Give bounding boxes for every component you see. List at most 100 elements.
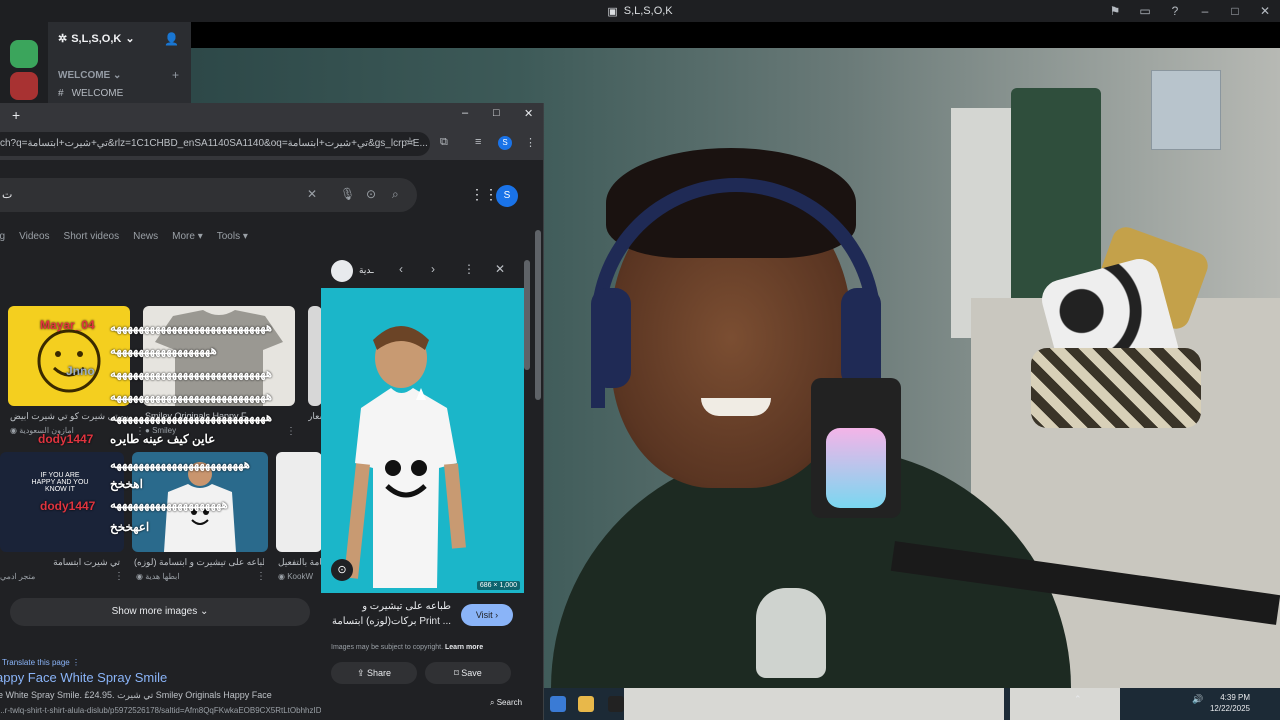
microphone-light: [826, 428, 886, 508]
volume-icon[interactable]: 🔊: [1192, 694, 1203, 705]
chat-overlay-line: عاين كيف عينه طايره: [110, 432, 216, 446]
visit-button[interactable]: Visit ›: [461, 604, 513, 626]
page-scrollbar[interactable]: [534, 220, 542, 720]
mic-icon[interactable]: 🎙: [340, 187, 355, 201]
result-caption[interactable]: سعار: [308, 411, 322, 422]
gear-icon: ✲: [58, 33, 68, 45]
scrollbar-thumb[interactable]: [535, 230, 541, 400]
save-button[interactable]: ⌑ Save: [425, 662, 511, 684]
guild-list: [0, 22, 48, 112]
filter-item[interactable]: Tools ▾: [217, 231, 248, 242]
chat-overlay-line: ههههههههههههههههههههههههه: [110, 457, 250, 471]
monitor-icon[interactable]: ▭: [1130, 4, 1160, 18]
search-icon[interactable]: ⌕: [392, 187, 399, 202]
chat-overlay-line: ههههههههههههههههههههههههههههه: [110, 389, 273, 403]
window-title: ▣ S,L,S,O,K: [607, 5, 673, 18]
image-result[interactable]: [308, 306, 322, 406]
show-more-images-button[interactable]: Show more images ⌄: [10, 598, 310, 626]
browser-window: + – □ ✕ ch?q=تي+شيرت+ابتسامة&rlz=1C1CHBD…: [0, 103, 544, 720]
result-title-link[interactable]: appy Face White Spray Smile: [0, 670, 167, 685]
result-source: ◉ ابطها هدية: [136, 572, 180, 581]
more-options-icon[interactable]: ⋮: [256, 571, 266, 582]
epic-games-icon[interactable]: [608, 696, 624, 712]
flag-icon[interactable]: ⚑: [1100, 4, 1130, 18]
chat-overlay-user: dody1447: [38, 432, 94, 446]
help-icon[interactable]: ?: [1160, 4, 1190, 18]
result-caption[interactable]: تي شيرت ابتسامة: [0, 557, 120, 568]
category-welcome[interactable]: WELCOME ⌄: [58, 70, 121, 81]
more-options-icon[interactable]: ⋮: [286, 426, 296, 437]
server-name[interactable]: ✲ S,L,S,O,K ⌄: [58, 32, 135, 46]
guild-icon[interactable]: [10, 40, 38, 68]
chat-overlay-line: ههههههههههههههههههههههههههههه: [110, 320, 273, 334]
close-button[interactable]: ✕: [1250, 4, 1280, 18]
search-results-page: ت ✕ 🎙 ⊙ ⌕ ⋮⋮ S ng Videos Short videos Ne…: [0, 160, 543, 720]
translate-link[interactable]: Translate this page ⋮: [2, 658, 80, 667]
taskbar-search[interactable]: ⌕ Search: [490, 698, 522, 708]
search-filters: ng Videos Short videos News More ▾ Tools…: [0, 231, 248, 242]
guild-icon[interactable]: [10, 72, 38, 100]
panel-scrollbar[interactable]: [523, 252, 531, 720]
scrollbar-thumb[interactable]: [524, 260, 530, 370]
stream-header: [191, 22, 1280, 48]
file-explorer-icon[interactable]: [578, 696, 594, 712]
add-channel-icon[interactable]: +: [172, 68, 179, 82]
result-source: ◉ KookW: [278, 572, 313, 581]
minimize-button[interactable]: –: [1190, 4, 1220, 18]
window-icon: ▣: [607, 5, 618, 18]
thumb-text: IF YOU ARE HAPPY AND YOU KNOW IT: [31, 472, 89, 493]
profile-avatar[interactable]: S: [498, 136, 512, 150]
browser-toolbar: ch?q=تي+شيرت+ابتسامة&rlz=1C1CHBD_enSA114…: [0, 128, 543, 160]
minimize-button[interactable]: –: [462, 107, 468, 119]
lens-search-icon[interactable]: ⊙: [331, 559, 353, 581]
close-button[interactable]: ✕: [524, 107, 533, 120]
copyright-notice: Images may be subject to copyright. Lear…: [331, 644, 484, 651]
address-bar[interactable]: ch?q=تي+شيرت+ابتسامة&rlz=1C1CHBD_enSA114…: [0, 132, 430, 156]
maximize-button[interactable]: □: [493, 107, 500, 119]
account-avatar[interactable]: S: [496, 185, 518, 207]
share-button[interactable]: ⇪ Share: [331, 662, 417, 684]
filter-item[interactable]: Videos: [19, 231, 49, 242]
image-result[interactable]: [276, 452, 322, 552]
apps-grid-icon[interactable]: ⋮⋮: [470, 186, 498, 203]
stream-thumbnail: [624, 688, 1004, 720]
media-icon[interactable]: ≡: [475, 136, 481, 148]
result-caption[interactable]: ـسامة بالتفعيل: [278, 557, 322, 568]
channel-welcome[interactable]: # WELCOME: [58, 88, 123, 99]
chat-overlay-user: Mayar_04: [40, 318, 95, 332]
chevron-left-icon[interactable]: ‹: [399, 262, 403, 276]
new-tab-button[interactable]: +: [12, 107, 20, 123]
lens-icon[interactable]: ⊙: [366, 187, 376, 201]
filter-item[interactable]: More ▾: [172, 231, 203, 242]
search-input[interactable]: ت: [2, 188, 12, 201]
clear-icon[interactable]: ✕: [307, 187, 317, 201]
search-box[interactable]: ت ✕ 🎙 ⊙ ⌕: [0, 178, 417, 212]
preview-title[interactable]: طباعه على تيشيرت و بركات(لوزه) ابتسامة P…: [311, 599, 451, 629]
close-icon[interactable]: ✕: [495, 262, 505, 276]
windows-start-icon[interactable]: [550, 696, 566, 712]
tab-strip: + – □ ✕: [0, 103, 543, 128]
system-clock[interactable]: 4:39 PM 12/22/2025: [1210, 692, 1250, 714]
extensions-icon[interactable]: ⧉: [440, 136, 448, 149]
result-caption[interactable]: طباعه على تيشيرت و ابتسامة (لوزه): [134, 557, 264, 568]
more-options-icon[interactable]: ⋮: [114, 571, 124, 582]
menu-icon[interactable]: ⋮: [525, 136, 536, 149]
filter-item[interactable]: ng: [0, 231, 5, 242]
chevron-right-icon[interactable]: ›: [431, 262, 435, 276]
add-person-icon[interactable]: 👤: [164, 32, 179, 46]
filter-item[interactable]: Short videos: [64, 231, 120, 242]
bookmark-star-icon[interactable]: ☆: [405, 135, 415, 148]
chat-overlay-line: اهخخخ: [110, 477, 143, 491]
panel-header: ـدية ‹ › ⋮ ✕: [321, 252, 529, 286]
wall-poster: [1151, 70, 1221, 150]
preview-image[interactable]: 686 × 1,000 ⊙: [321, 288, 524, 593]
site-name[interactable]: ـدية: [359, 265, 374, 276]
image-dimensions: 686 × 1,000: [476, 581, 520, 590]
more-options-icon[interactable]: ⋮: [463, 262, 475, 276]
mouse-cursor-icon: [416, 388, 426, 400]
filter-item[interactable]: News: [133, 231, 158, 242]
maximize-button[interactable]: □: [1220, 4, 1250, 18]
tray-chevron-icon[interactable]: ⌃: [1074, 694, 1082, 705]
chat-overlay-line: اعهخخخ: [110, 520, 150, 534]
learn-more-link[interactable]: Learn more: [445, 644, 483, 651]
